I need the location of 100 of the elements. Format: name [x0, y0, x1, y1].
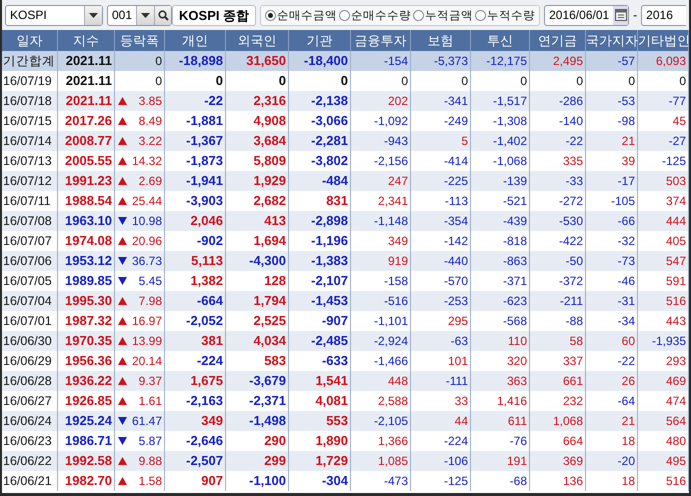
value-cell: 661 — [530, 371, 586, 391]
value-cell: 495 — [638, 451, 689, 471]
index-cell: 2021.11 — [58, 91, 115, 111]
change-cell-text: 3.22 — [138, 133, 162, 150]
value-cell: 444 — [638, 211, 689, 231]
value-cell: -5,373 — [411, 51, 471, 71]
value-cell: 503 — [638, 171, 689, 191]
value-cell: -516 — [351, 291, 411, 311]
value-cell: 1,068 — [530, 411, 586, 431]
index-cell: 2008.77 — [58, 131, 115, 151]
radio-option[interactable]: 순매수금액 — [265, 8, 338, 22]
table-row[interactable]: 16/07/12 1991.23 2.69 -1,941 1,929 -484 247 -225 -139 -33 -17 503 — [2, 171, 689, 191]
table-row[interactable]: 16/06/24 1925.24 61.47 349 -1,498 553 -2,105 44 611 1,068 21 564 — [2, 411, 689, 431]
value-cell: -77 — [638, 91, 689, 111]
date-cell: 16/06/21 — [2, 471, 58, 491]
value-cell: 1,541 — [289, 371, 351, 391]
value-cell: 547 — [638, 251, 689, 271]
change-cell-text: 5.87 — [138, 433, 162, 450]
radio-option[interactable]: 누적수량 — [475, 8, 536, 22]
end-date-field[interactable]: 2016 — [641, 4, 686, 26]
index-cell: 1991.23 — [58, 171, 115, 191]
value-cell: 5,113 — [165, 251, 226, 271]
change-cell-text: 7.98 — [138, 293, 162, 310]
value-cell: -439 — [471, 211, 530, 231]
value-cell: 907 — [165, 471, 226, 491]
value-cell: 247 — [351, 171, 411, 191]
value-cell: -1,148 — [351, 211, 411, 231]
change-cell-text: 8.49 — [138, 113, 162, 130]
table-row[interactable]: 16/07/06 1953.12 36.73 5,113 -4,300 -1,383 919 -440 -863 -50 -73 547 — [2, 251, 689, 271]
value-cell: -22 — [165, 91, 226, 111]
value-cell: 564 — [638, 411, 689, 431]
value-cell: 369 — [530, 451, 586, 471]
value-cell: 18 — [586, 471, 638, 491]
value-cell: 21 — [586, 131, 638, 151]
change-cell-text: 0 — [155, 73, 162, 90]
value-cell: -304 — [289, 471, 351, 491]
change-cell-text: 1.58 — [138, 473, 162, 490]
value-cell: 448 — [351, 371, 411, 391]
change-cell-text: 16.97 — [132, 313, 162, 330]
value-cell: 469 — [638, 371, 689, 391]
radio-option[interactable]: 순매수수량 — [339, 8, 412, 22]
value-cell: -139 — [471, 171, 530, 191]
value-cell: 26 — [586, 371, 638, 391]
table-row[interactable]: 16/07/08 1963.10 10.98 2,046 413 -2,898 -1,148 -354 -439 -530 -66 444 — [2, 211, 689, 231]
table-row[interactable]: 16/07/04 1995.30 7.98 -664 1,794 -1,453 -516 -253 -623 -211 -31 516 — [2, 291, 689, 311]
change-cell-text: 14.32 — [132, 153, 162, 170]
change-cell-text: 20.14 — [132, 353, 162, 370]
search-icon[interactable] — [158, 10, 169, 20]
table-row[interactable]: 16/07/18 2021.11 3.85 -22 2,316 -2,138 202 -341 -1,517 -286 -53 -77 — [2, 91, 689, 111]
table-row[interactable]: 16/06/21 1982.70 1.58 907 -1,100 -304 -473 -125 -68 136 18 516 — [2, 471, 689, 491]
value-cell: -4,300 — [226, 251, 289, 271]
change-cell-text: 1.61 — [138, 393, 162, 410]
change-cell-text: 13.99 — [132, 333, 162, 350]
value-cell: -211 — [530, 291, 586, 311]
value-cell: -473 — [351, 471, 411, 491]
change-cell-text: 5.45 — [138, 273, 162, 290]
index-cell: 1953.12 — [58, 251, 115, 271]
value-cell: 110 — [471, 331, 530, 351]
start-date-field[interactable]: 2016/06/01 — [544, 4, 630, 26]
value-cell: -57 — [586, 51, 638, 71]
date-separator: - — [633, 8, 638, 22]
value-cell: -2,898 — [289, 211, 351, 231]
value-cell: -22 — [530, 131, 586, 151]
value-cell: -1,517 — [471, 91, 530, 111]
radio-option[interactable]: 누적금액 — [413, 8, 474, 22]
value-cell: 1,729 — [289, 451, 351, 471]
value-cell: -111 — [411, 371, 471, 391]
value-cell: 31,650 — [226, 51, 289, 71]
change-cell-text: 25.44 — [132, 193, 162, 210]
date-cell: 16/06/22 — [2, 451, 58, 471]
value-cell: 919 — [351, 251, 411, 271]
value-cell: -440 — [411, 251, 471, 271]
caret-icon — [89, 12, 98, 18]
table-row[interactable]: 16/06/30 1970.35 13.99 381 4,034 -2,485 -2,924 -63 110 58 60 -1,935 — [2, 331, 689, 351]
value-cell: -1,100 — [226, 471, 289, 491]
change-cell-text: 36.73 — [132, 253, 162, 270]
value-cell: -2,105 — [351, 411, 411, 431]
total-row[interactable]: 기간합계 2021.11 0 -18,898 31,650 -18,400 -154 -5,373 -12,175 2,495 -57 6,093 — [2, 51, 689, 71]
date-cell: 16/07/04 — [2, 291, 58, 311]
code-field[interactable]: 001 — [107, 4, 172, 26]
value-cell: -31 — [586, 291, 638, 311]
value-cell: 191 — [471, 451, 530, 471]
table-row[interactable]: 16/06/28 1936.22 9.37 1,675 -3,679 1,541 448 -111 363 661 26 469 — [2, 371, 689, 391]
change-cell-text: 9.37 — [138, 373, 162, 390]
value-cell: -354 — [411, 211, 471, 231]
value-cell: -53 — [586, 91, 638, 111]
value-cell: -1,402 — [471, 131, 530, 151]
value-cell: 136 — [530, 471, 586, 491]
date-cell: 16/07/12 — [2, 171, 58, 191]
value-cell: -863 — [471, 251, 530, 271]
date-cell: 16/07/06 — [2, 251, 58, 271]
calendar-icon[interactable] — [614, 9, 627, 21]
value-cell: -3,679 — [226, 371, 289, 391]
index-cell: 1925.24 — [58, 411, 115, 431]
value-cell: 553 — [289, 411, 351, 431]
table-row[interactable]: 16/06/22 1992.58 9.88 -2,507 299 1,729 1,085 -106 191 369 -20 495 — [2, 451, 689, 471]
market-dropdown[interactable]: KOSPI — [5, 4, 103, 26]
value-cell: -63 — [411, 331, 471, 351]
value-cell: -106 — [411, 451, 471, 471]
table-row[interactable]: 16/07/14 2008.77 3.22 -1,367 3,684 -2,281 -943 5 -1,402 -22 21 -27 — [2, 131, 689, 151]
